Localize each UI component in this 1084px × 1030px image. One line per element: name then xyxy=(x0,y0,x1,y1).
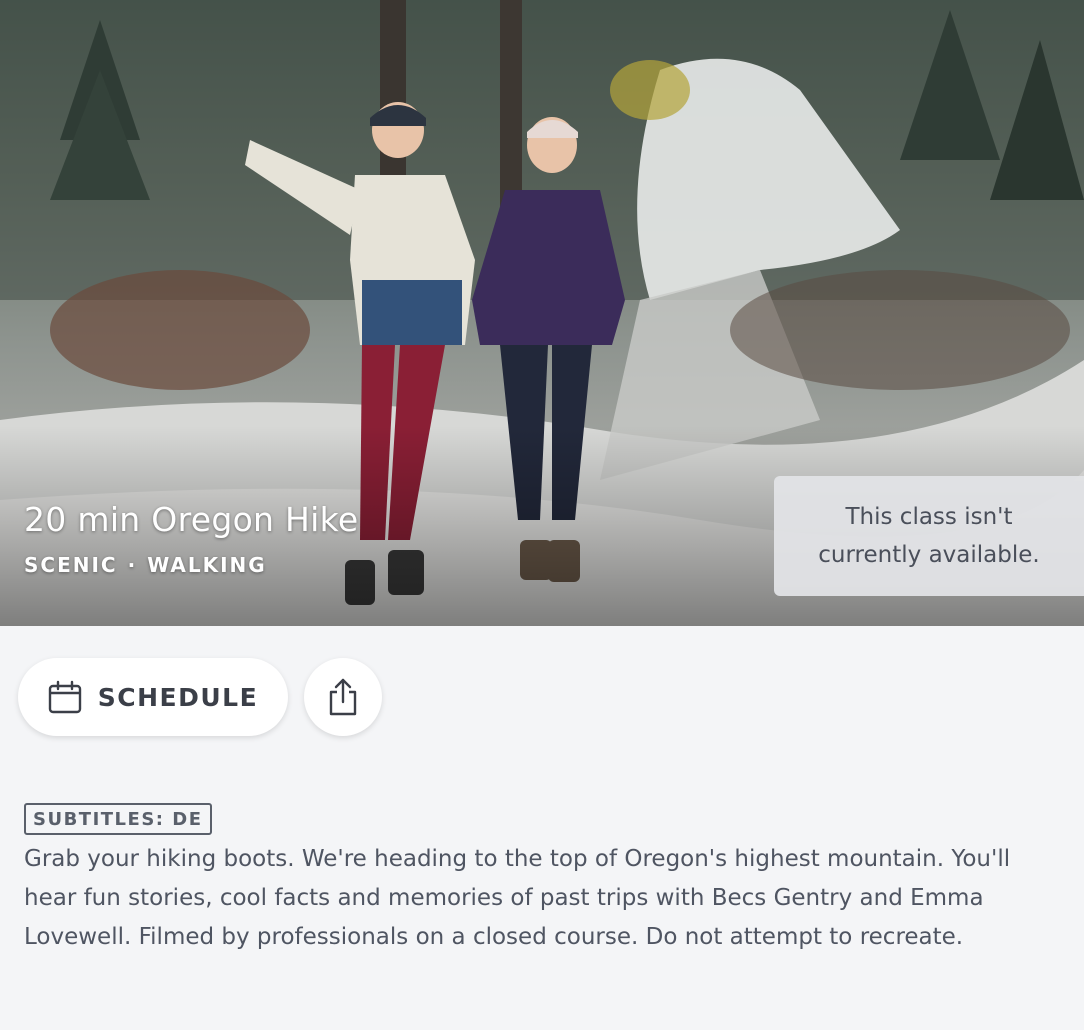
calendar-icon xyxy=(48,680,81,714)
share-icon xyxy=(329,678,357,716)
tag-separator: · xyxy=(127,553,138,577)
tag-walking: WALKING xyxy=(147,553,267,577)
availability-notice: This class isn't currently available. xyxy=(774,476,1084,596)
schedule-button-label: SCHEDULE xyxy=(97,682,259,712)
tag-scenic: SCENIC xyxy=(24,553,118,577)
class-tags: SCENIC · WALKING xyxy=(24,553,267,577)
class-description: Grab your hiking boots. We're heading to… xyxy=(24,846,1011,950)
schedule-button[interactable]: SCHEDULE xyxy=(18,658,288,736)
availability-message: This class isn't currently available. xyxy=(818,504,1040,568)
share-button[interactable] xyxy=(304,658,382,736)
subtitles-badge: SUBTITLES: DE xyxy=(24,803,212,835)
class-hero-image: 20 min Oregon Hike SCENIC · WALKING This c… xyxy=(0,0,1084,626)
class-title: 20 min Oregon Hike xyxy=(24,500,359,539)
